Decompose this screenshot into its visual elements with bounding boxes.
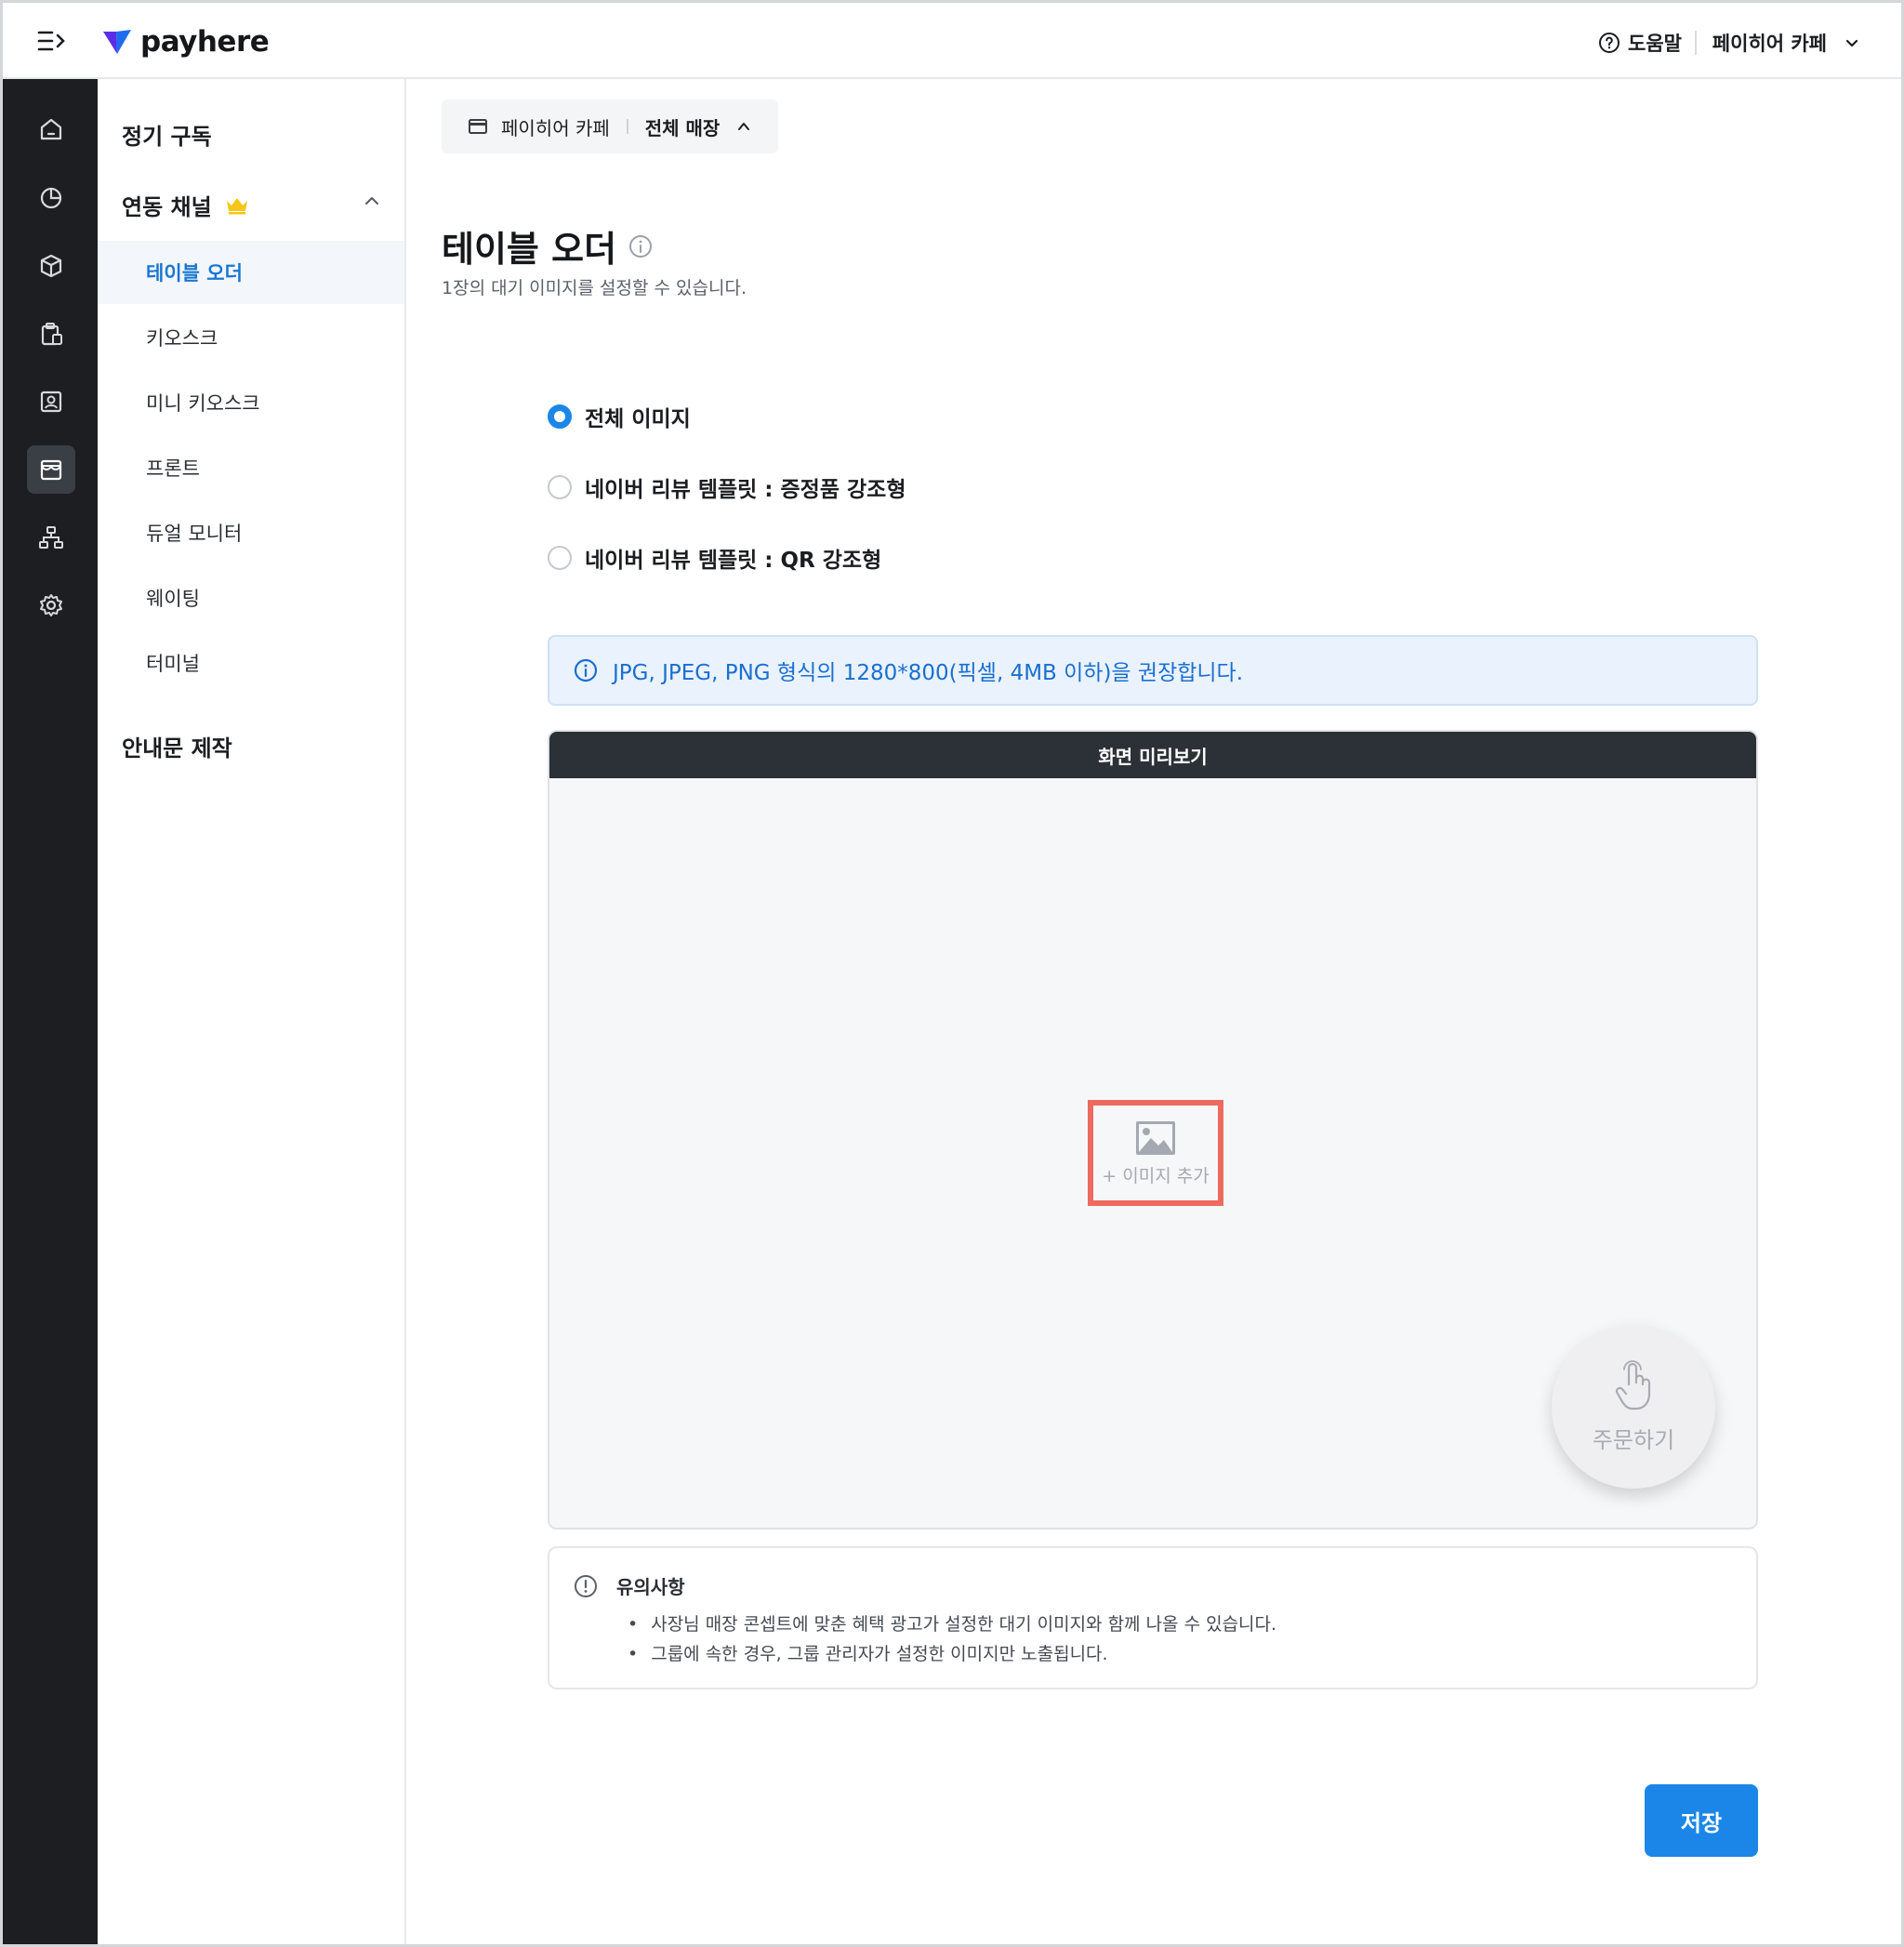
sidebar-item-mini-kiosk[interactable]: 미니 키오스크 (98, 371, 404, 434)
sidebar-group-channels[interactable]: 연동 채널 (122, 189, 382, 221)
page-title: 테이블 오더 (442, 220, 654, 272)
sidebar-group-channels-label: 연동 채널 (122, 194, 212, 220)
screen-preview: 화면 미리보기 + 이미지 추가 주문하기 (548, 730, 1758, 1530)
store-switcher-label: 페이히어 카페 (1712, 33, 1827, 55)
sidebar-item-kiosk[interactable]: 키오스크 (98, 306, 404, 369)
help-label: 도움말 (1628, 33, 1682, 55)
chevron-up-icon[interactable] (362, 191, 382, 211)
crown-icon (226, 197, 247, 214)
caution-list: 사장님 매장 콘셉트에 맞춘 혜택 광고가 설정한 대기 이미지와 함께 나올 … (628, 1609, 1276, 1669)
chart-pie-icon (40, 187, 62, 209)
clipboard-icon (41, 323, 62, 346)
payhere-logo[interactable]: payhere (101, 23, 270, 60)
info-icon (574, 658, 598, 682)
rail-analytics[interactable] (27, 174, 75, 222)
sub-sidebar: 정기 구독 연동 채널 테이블 오더 키오스크 미니 키오스크 프론트 듀얼 모… (98, 79, 406, 1944)
rail-customers[interactable] (27, 377, 75, 426)
menu-toggle-icon[interactable] (36, 27, 68, 55)
radio-button[interactable] (548, 546, 572, 570)
store-scope-selector[interactable]: 페이히어 카페 전체 매장 (442, 99, 778, 153)
gear-icon (40, 594, 62, 616)
box-icon (40, 254, 62, 278)
caution-item: 사장님 매장 콘셉트에 맞춘 혜택 광고가 설정한 대기 이미지와 함께 나올 … (628, 1609, 1276, 1639)
sidebar-item-terminal[interactable]: 터미널 (98, 631, 404, 695)
info-icon[interactable] (628, 233, 654, 259)
rail-products[interactable] (27, 242, 75, 290)
store-switcher[interactable]: 페이히어 카페 (1712, 29, 1860, 57)
option-label: 네이버 리뷰 템플릿 : 증정품 강조형 (585, 478, 906, 502)
sidebar-group-notice[interactable]: 안내문 제작 (122, 730, 232, 762)
preview-order-button: 주문하기 (1552, 1325, 1715, 1489)
storefront-icon (40, 459, 62, 481)
preview-order-label: 주문하기 (1592, 1426, 1675, 1453)
save-button[interactable]: 저장 (1645, 1784, 1758, 1857)
header-divider (1695, 31, 1697, 55)
preview-header: 화면 미리보기 (549, 732, 1756, 778)
top-header: payhere 도움말 페이히어 카페 (3, 3, 1901, 79)
option-naver-review-qr[interactable]: 네이버 리뷰 템플릿 : QR 강조형 (548, 542, 881, 574)
option-label: 네이버 리뷰 템플릿 : QR 강조형 (585, 549, 882, 573)
format-notice: JPG, JPEG, PNG 형식의 1280*800(픽셀, 4MB 이하)을… (548, 635, 1758, 706)
icon-rail (3, 79, 98, 1944)
main-content: 페이히어 카페 전체 매장 테이블 오더 1장의 대기 이미지를 설정할 수 있… (406, 79, 1901, 1944)
sidebar-item-waiting[interactable]: 웨이팅 (98, 566, 404, 629)
alert-circle-icon (575, 1574, 597, 1597)
page-subtitle: 1장의 대기 이미지를 설정할 수 있습니다. (442, 278, 747, 298)
chevron-up-icon (738, 123, 750, 130)
option-label: 전체 이미지 (585, 407, 691, 431)
option-naver-review-gift[interactable]: 네이버 리뷰 템플릿 : 증정품 강조형 (548, 471, 906, 503)
image-icon (1136, 1120, 1175, 1155)
store-scope-value: 전체 매장 (644, 116, 721, 139)
add-image-label: + 이미지 추가 (1102, 1165, 1210, 1186)
rail-branches[interactable] (27, 513, 75, 562)
caution-header: 유의사항 (574, 1572, 685, 1599)
format-notice-text: JPG, JPEG, PNG 형식의 1280*800(픽셀, 4MB 이하)을… (613, 661, 1244, 685)
rail-home[interactable] (27, 105, 75, 153)
sidebar-item-dual-monitor[interactable]: 듀얼 모니터 (98, 501, 404, 564)
help-link[interactable]: 도움말 (1598, 29, 1682, 57)
org-chart-icon (39, 526, 63, 549)
caution-box: 유의사항 사장님 매장 콘셉트에 맞춘 혜택 광고가 설정한 대기 이미지와 함… (548, 1546, 1758, 1689)
hand-pointer-icon (1615, 1359, 1651, 1410)
radio-button[interactable] (548, 404, 572, 429)
rail-settings[interactable] (27, 581, 75, 629)
store-scope-store: 페이히어 카페 (501, 116, 610, 139)
store-scope-divider (626, 119, 628, 134)
add-image-button[interactable]: + 이미지 추가 (1088, 1100, 1223, 1206)
sidebar-group-subscription[interactable]: 정기 구독 (122, 118, 212, 151)
page-title-text: 테이블 오더 (442, 229, 617, 270)
caution-item: 그룹에 속한 경우, 그룹 관리자가 설정한 이미지만 노출됩니다. (628, 1639, 1276, 1669)
rail-store[interactable] (27, 445, 75, 494)
help-icon (1599, 33, 1620, 53)
payhere-logo-icon (103, 30, 131, 54)
chevron-down-icon (1845, 39, 1858, 47)
option-full-image[interactable]: 전체 이미지 (548, 401, 691, 432)
sidebar-item-front[interactable]: 프론트 (98, 436, 404, 499)
home-icon (40, 118, 62, 140)
sidebar-item-table-order[interactable]: 테이블 오더 (98, 241, 404, 304)
logo-text: payhere (140, 25, 270, 59)
contact-card-icon (40, 391, 62, 413)
rail-orders[interactable] (27, 310, 75, 358)
caution-title: 유의사항 (616, 1576, 685, 1598)
store-card-icon (469, 119, 487, 134)
radio-button[interactable] (548, 475, 572, 499)
